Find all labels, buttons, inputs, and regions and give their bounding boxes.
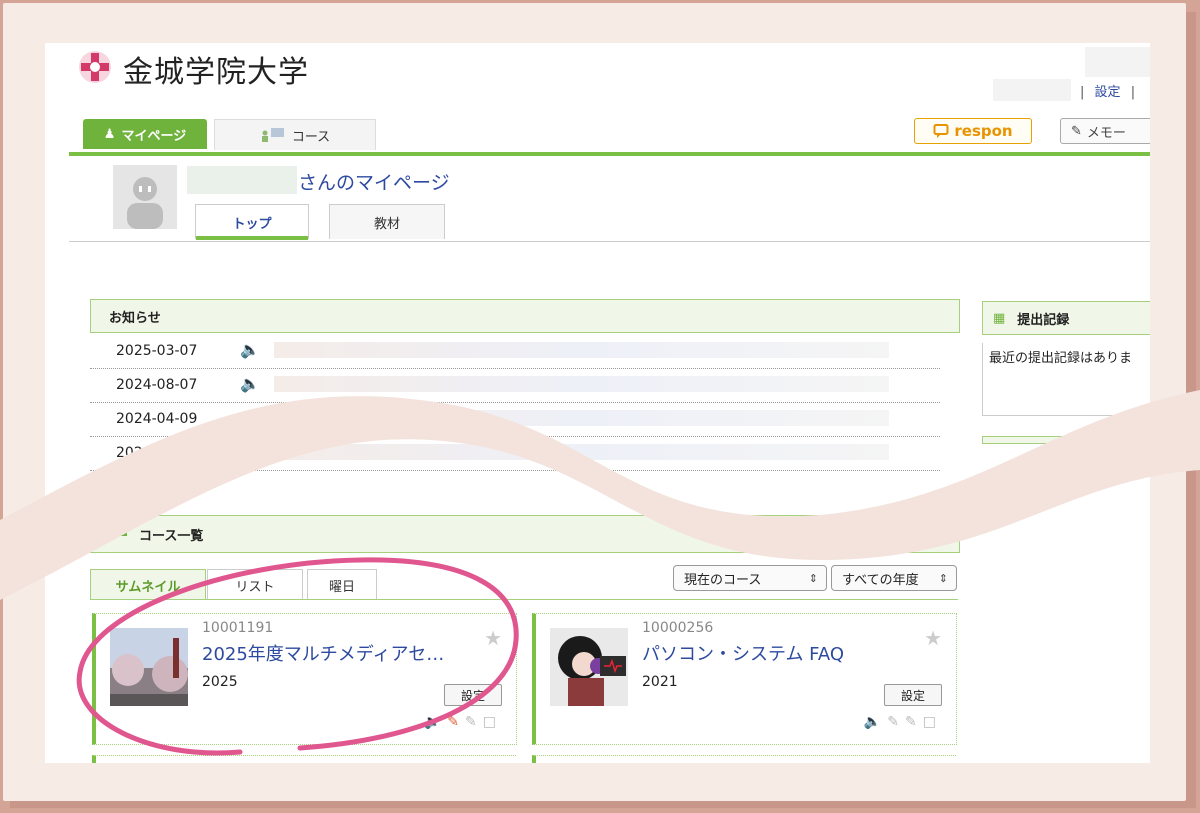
memo-icon: ✎	[1071, 123, 1082, 139]
tab-list[interactable]: リスト	[207, 569, 303, 600]
star-icon[interactable]: ★	[484, 626, 502, 650]
news-text-redacted	[274, 444, 889, 460]
submission-header: ▦ 提出記録	[982, 301, 1150, 335]
screenshot-frame: 金城学院大学 | 設定 | ♟ マイページ コース respon ✎ メモー さ…	[0, 0, 1200, 813]
comment-icon: □	[482, 714, 502, 730]
header-links: | 設定 |	[1080, 81, 1135, 100]
report-icon: ✎	[905, 714, 923, 730]
settings-link[interactable]: 設定	[1095, 85, 1121, 100]
respon-label: respon	[954, 122, 1013, 140]
news-row[interactable]: 2024-03-31 🔈	[90, 436, 940, 471]
tab-thumbnail[interactable]: サムネイル	[90, 569, 206, 600]
course-card[interactable]	[532, 755, 956, 763]
course-thumbnail	[110, 628, 188, 706]
avatar	[113, 165, 177, 229]
username-redacted	[993, 79, 1071, 101]
lms-screen: 金城学院大学 | 設定 | ♟ マイページ コース respon ✎ メモー さ…	[45, 43, 1150, 763]
star-icon[interactable]: ★	[924, 626, 942, 650]
submission-empty-text: 最近の提出記録はありま	[989, 351, 1133, 366]
submission-heading: 提出記録	[1017, 312, 1070, 328]
course-settings-button[interactable]: 設定	[444, 684, 502, 706]
news-text-redacted	[274, 376, 889, 392]
course-year: 2025	[202, 674, 238, 690]
speaker-icon: 🔈	[240, 374, 260, 393]
course-settings-button[interactable]: 設定	[884, 684, 942, 706]
document-icon: ▦	[993, 310, 1006, 326]
tab-divider	[90, 599, 958, 600]
news-date: 2024-04-09	[116, 411, 198, 427]
courses-heading: コース一覧	[139, 528, 204, 544]
course-thumbnail	[550, 628, 628, 706]
news-heading: お知らせ	[109, 310, 161, 326]
tab-course-label: コース	[291, 129, 331, 145]
speaker-icon: 🔈	[423, 714, 448, 730]
respon-icon	[933, 124, 949, 138]
news-date: 2025-03-07	[116, 343, 198, 359]
tab-mypage[interactable]: ♟ マイページ	[83, 119, 207, 149]
course-icon	[105, 527, 127, 541]
news-row[interactable]: 2025-03-07 🔈	[90, 334, 940, 369]
pencil-icon: ✎	[447, 714, 466, 730]
separator: |	[1080, 85, 1085, 100]
main-nav: ♟ マイページ コース respon ✎ メモー	[69, 115, 1150, 156]
news-text-redacted	[274, 342, 889, 358]
select-arrow-icon: ⇕	[938, 571, 948, 585]
news-row[interactable]: 2024-08-07 🔈	[90, 368, 940, 403]
university-name: 金城学院大学	[123, 55, 309, 90]
course-id: 10000256	[642, 620, 714, 636]
respon-button[interactable]: respon	[914, 118, 1032, 144]
course-card[interactable]: 10001191 2025年度マルチメディアセ… 2025 ★ 設定 🔈✎✎□	[92, 613, 517, 745]
year-select[interactable]: すべての年度 ⇕	[831, 565, 957, 591]
course-card[interactable]	[92, 755, 516, 763]
year-value: すべての年度	[842, 572, 919, 588]
select-arrow-icon: ⇕	[808, 571, 818, 585]
current-course-select[interactable]: 現在のコース ⇕	[673, 565, 827, 591]
speaker-icon: 🔈	[240, 408, 260, 427]
current-course-value: 現在のコース	[684, 572, 762, 588]
course-year: 2021	[642, 674, 678, 690]
course-card[interactable]: 10000256 パソコン・システム FAQ 2021 ★ 設定 🔈✎✎□	[532, 613, 957, 745]
news-date: 2024-08-07	[116, 377, 198, 393]
course-title[interactable]: パソコン・システム FAQ	[642, 640, 844, 666]
course-status-icons: 🔈✎✎□	[424, 714, 502, 730]
comment-icon: □	[922, 714, 942, 730]
speaker-icon: 🔈	[863, 714, 888, 730]
memo-label: メモー	[1086, 125, 1126, 141]
course-title[interactable]: 2025年度マルチメディアセ…	[202, 640, 444, 666]
user-icon: ♟	[103, 126, 116, 142]
tab-weekday[interactable]: 曜日	[307, 569, 377, 600]
news-header: お知らせ	[90, 299, 960, 333]
memo-button[interactable]: ✎ メモー	[1060, 118, 1150, 144]
course-id: 10001191	[202, 620, 274, 636]
report-icon: ✎	[465, 714, 483, 730]
tab-mypage-label: マイページ	[121, 128, 187, 144]
speaker-icon: 🔈	[240, 442, 260, 461]
speaker-icon: 🔈	[240, 340, 260, 359]
courses-header: コース一覧	[90, 515, 960, 553]
tab-top[interactable]: トップ	[195, 204, 309, 240]
side-panel-header	[982, 436, 1150, 444]
tab-course[interactable]: コース	[214, 119, 376, 150]
news-row[interactable]: 2024-04-09 🔈	[90, 402, 940, 437]
news-date: 2024-03-31	[116, 445, 198, 461]
separator: |	[1130, 85, 1136, 100]
pencil-icon: ✎	[887, 714, 906, 730]
user-info-redacted	[1085, 47, 1150, 77]
page-title: さんのマイページ	[298, 172, 450, 194]
username-redacted	[187, 166, 297, 194]
university-logo-icon	[79, 51, 111, 83]
tab-materials[interactable]: 教材	[329, 204, 445, 239]
course-status-icons: 🔈✎✎□	[864, 714, 942, 730]
news-text-redacted	[274, 410, 889, 426]
course-icon	[261, 128, 284, 142]
profile-header: さんのマイページ トップ 教材	[69, 156, 1150, 242]
